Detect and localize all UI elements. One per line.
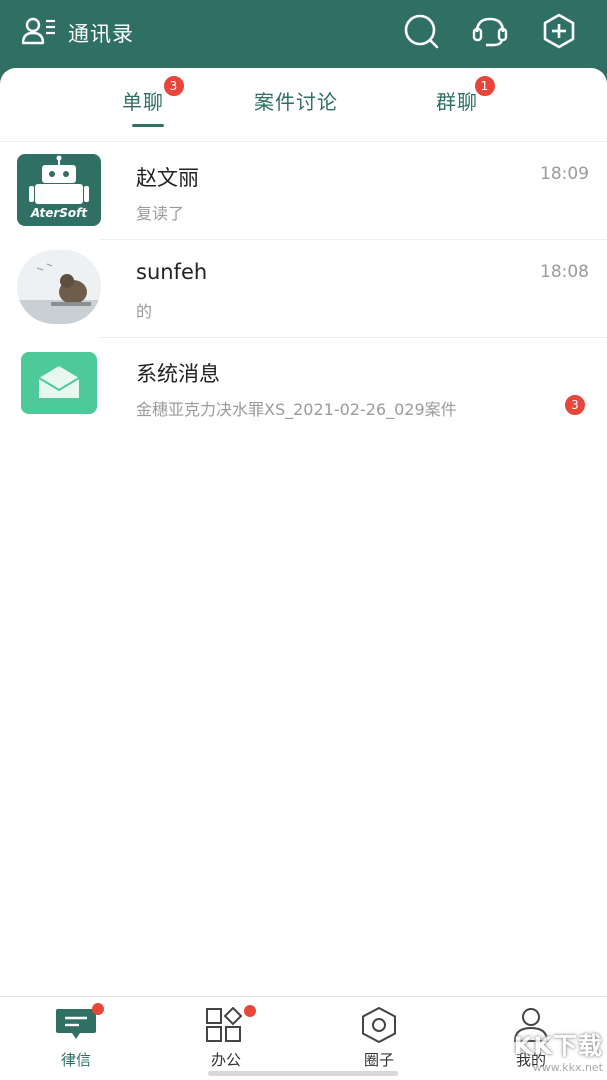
nav-label: 律信 [60, 1051, 91, 1069]
add-icon [540, 12, 578, 54]
home-indicator [208, 1071, 398, 1076]
contacts-button[interactable]: 通讯录 [21, 14, 134, 52]
tab-label: 单聊 [122, 90, 164, 114]
chat-row-system-messages[interactable]: 系统消息 金穗亚克力决水罪XS_2021-02-26_029案件 3 [0, 338, 607, 436]
avatar: AterSoft [17, 154, 101, 226]
chat-name: 赵文丽 [136, 166, 199, 190]
search-button[interactable] [402, 14, 440, 52]
chat-time: 18:08 [540, 262, 589, 282]
notification-dot [244, 1005, 256, 1017]
chat-name: 系统消息 [136, 362, 220, 386]
tab-case-discussion[interactable]: 案件讨论 [254, 86, 338, 126]
watermark-url: www.kkx.net [532, 1061, 603, 1074]
nav-item-circle[interactable]: 圈子 [339, 1006, 419, 1075]
chat-row-sunfeh[interactable]: sunfeh 18:08 的 [0, 240, 607, 338]
apps-icon [204, 1005, 256, 1043]
unread-badge: 3 [564, 394, 586, 416]
add-button[interactable] [540, 12, 578, 54]
chat-preview: 复读了 [136, 204, 185, 223]
nav-item-office[interactable]: 办公 [186, 1005, 266, 1075]
unread-badge: 3 [163, 75, 185, 97]
notification-dot [92, 1003, 104, 1015]
active-tab-indicator [132, 124, 164, 127]
watermark: KK下载 www.kkx.net [478, 1026, 603, 1080]
nav-label: 办公 [210, 1051, 241, 1069]
avatar [21, 352, 97, 414]
chat-time: 18:09 [540, 164, 589, 184]
headset-icon [471, 12, 509, 54]
avatar [17, 250, 101, 324]
nav-item-lvxin[interactable]: 律信 [36, 1003, 116, 1075]
watermark-logo: KK下载 [513, 1032, 603, 1060]
chat-name: sunfeh [136, 260, 208, 284]
contacts-icon [21, 16, 56, 50]
chat-preview: 金穗亚克力决水罪XS_2021-02-26_029案件 [136, 400, 457, 419]
tab-label: 群聊 [436, 90, 478, 114]
chat-preview: 的 [136, 302, 153, 321]
envelope-icon [21, 352, 97, 414]
chat-tabs: 单聊 3 案件讨论 群聊 1 [0, 68, 607, 142]
chat-row-zhao-wenli[interactable]: AterSoft 赵文丽 18:09 复读了 [0, 142, 607, 240]
chat-list: AterSoft 赵文丽 18:09 复读了 sunfeh 18:08 的 系统… [0, 142, 607, 436]
customer-service-button[interactable] [471, 14, 509, 52]
chat-icon [54, 1003, 104, 1043]
unread-badge: 1 [474, 75, 496, 97]
search-icon [402, 12, 440, 54]
tab-group-chat[interactable]: 群聊 1 [436, 75, 496, 126]
tab-single-chat[interactable]: 单聊 3 [122, 75, 185, 127]
nav-label: 圈子 [363, 1051, 394, 1069]
tab-label: 案件讨论 [254, 90, 338, 114]
circle-icon [357, 1006, 401, 1044]
contacts-label: 通讯录 [68, 22, 134, 46]
avatar-logo-text: AterSoft [30, 206, 88, 220]
